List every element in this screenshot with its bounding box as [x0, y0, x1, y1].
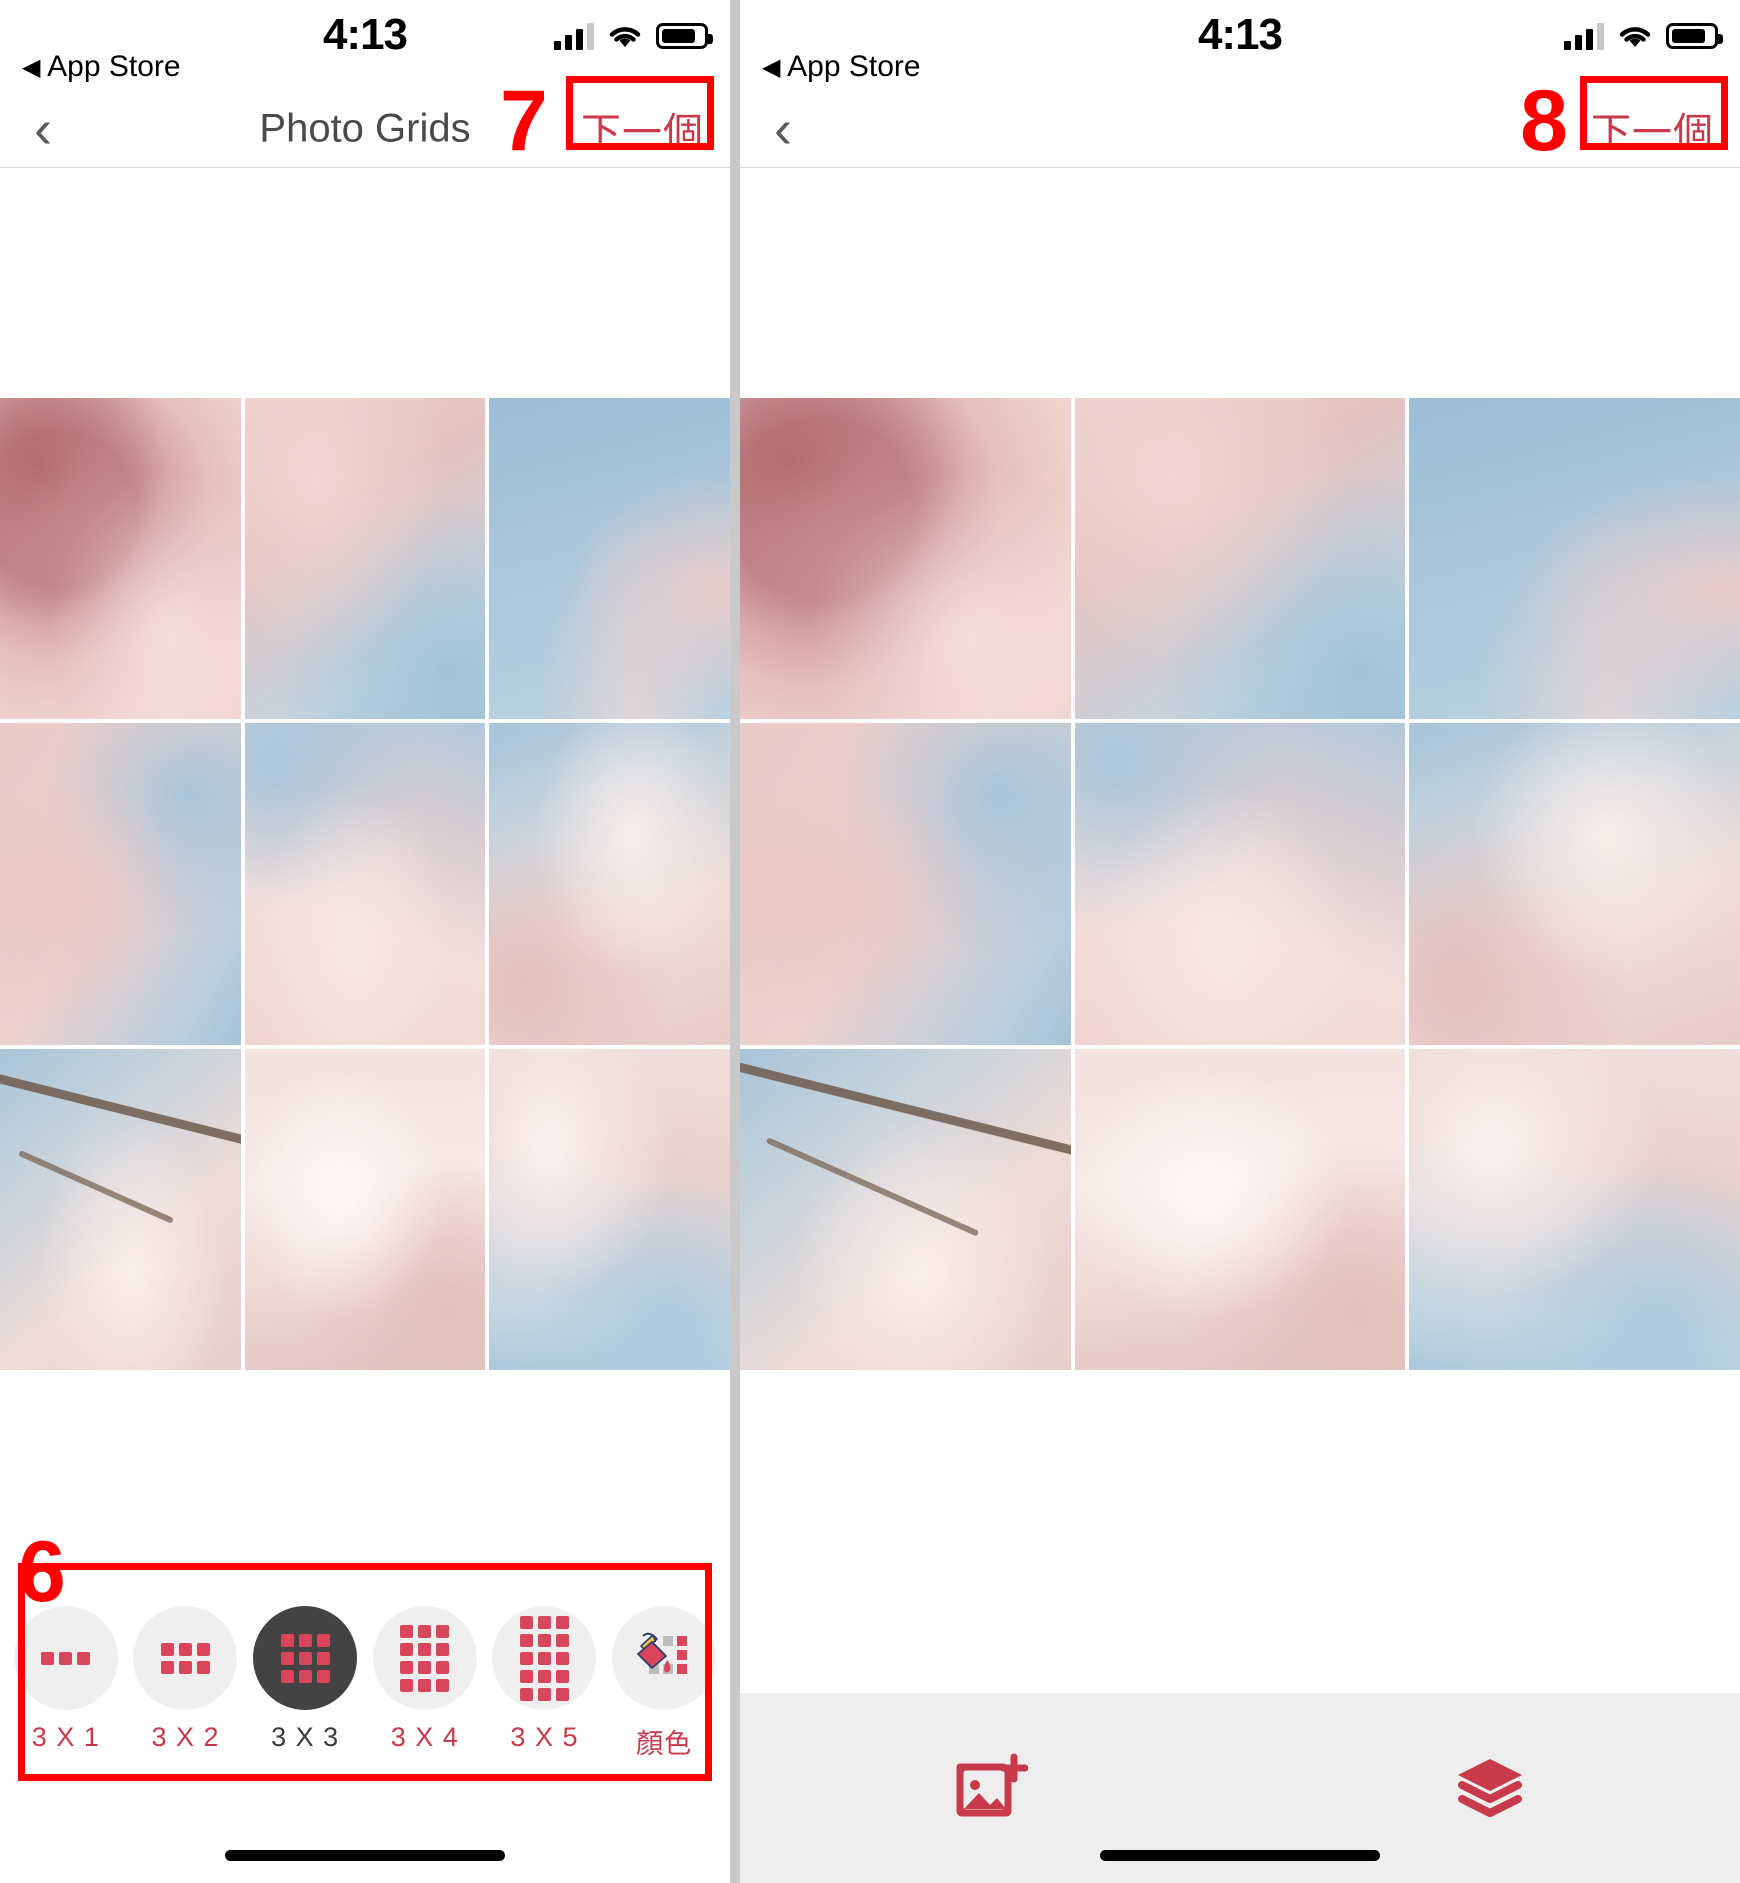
cellular-bars-icon [554, 22, 594, 50]
grid-3x1-icon [41, 1651, 91, 1665]
grid-options-toolbar[interactable]: 3 X 1 3 X 2 3 X 3 3 X 4 3 X 5 顏色 [0, 1588, 730, 1773]
wifi-icon [608, 23, 642, 49]
back-app-label: App Store [787, 50, 921, 83]
annotation-step-7: 7 [500, 73, 548, 169]
photo-cell[interactable] [489, 398, 730, 720]
photo-cell[interactable] [489, 1048, 730, 1370]
battery-icon [656, 23, 713, 49]
grid-option-3x3[interactable]: 3 X 3 [247, 1606, 363, 1753]
grid-option-label: 3 X 5 [510, 1722, 579, 1752]
grid-3x1-icon-wrap [13, 1606, 118, 1710]
home-indicator[interactable] [1100, 1850, 1380, 1861]
grid-option-label: 顏色 [636, 1729, 693, 1759]
layers-button[interactable] [1390, 1733, 1590, 1843]
status-indicators [554, 22, 713, 50]
left-photo-grid[interactable] [0, 398, 730, 1370]
grid-3x4-icon-wrap [372, 1606, 477, 1710]
battery-icon [1666, 23, 1723, 49]
grid-option-label: 3 X 4 [390, 1722, 459, 1752]
grid-3x3-icon [280, 1633, 330, 1683]
photo-cell[interactable] [0, 1048, 241, 1370]
photo-cell[interactable] [740, 1048, 1071, 1370]
grid-3x5-icon-wrap [492, 1606, 597, 1710]
right-status-bar: 4:13 ◀ App Store [740, 0, 1740, 90]
grid-3x3-icon-wrap [253, 1606, 358, 1710]
photo-cell[interactable] [0, 398, 241, 720]
grid-option-3x4[interactable]: 3 X 4 [367, 1606, 483, 1753]
grid-3x4-icon [400, 1624, 450, 1692]
grid-options-row: 3 X 1 3 X 2 3 X 3 3 X 4 3 X 5 顏色 [0, 1606, 730, 1761]
back-triangle-icon: ◀ [762, 54, 781, 81]
photo-cell[interactable] [1074, 1048, 1406, 1370]
photo-cell[interactable] [1074, 398, 1406, 720]
photo-cell[interactable] [1409, 398, 1740, 720]
grid-option-3x1[interactable]: 3 X 1 [8, 1606, 124, 1753]
photo-cell[interactable] [244, 1048, 486, 1370]
right-photo-grid[interactable] [740, 398, 1740, 1370]
photo-cell[interactable] [1074, 723, 1406, 1045]
home-indicator[interactable] [225, 1850, 505, 1861]
grid-option-3x5[interactable]: 3 X 5 [486, 1606, 602, 1753]
return-to-app-store-link[interactable]: ◀ App Store [762, 50, 921, 84]
photo-cell[interactable] [1409, 723, 1740, 1045]
grid-option-label: 3 X 2 [151, 1722, 220, 1752]
add-photo-button[interactable] [890, 1733, 1090, 1843]
photo-cell[interactable] [740, 723, 1071, 1045]
photo-cell[interactable] [0, 723, 241, 1045]
left-phone-screen: 4:13 ◀ App Store ‹ Photo Grids 下一個 7 3 X… [0, 0, 730, 1883]
photo-cell[interactable] [489, 723, 730, 1045]
photo-cell[interactable] [244, 398, 486, 720]
photo-cell[interactable] [244, 723, 486, 1045]
next-button[interactable]: 下一個 [1591, 100, 1714, 158]
right-nav-bar: ‹ 下一個 [740, 90, 1740, 168]
next-button[interactable]: 下一個 [581, 100, 704, 158]
paint-bucket-icon [637, 1632, 688, 1674]
layers-icon [1458, 1759, 1522, 1817]
wifi-icon [1618, 23, 1652, 49]
back-triangle-icon: ◀ [22, 54, 41, 81]
back-app-label: App Store [47, 50, 181, 83]
tutorial-screenshot-pair: 4:13 ◀ App Store ‹ Photo Grids 下一個 7 3 X… [0, 0, 1740, 1883]
left-nav-bar: ‹ Photo Grids 下一個 [0, 90, 730, 168]
photo-cell[interactable] [1409, 1048, 1740, 1370]
right-phone-screen: 4:13 ◀ App Store ‹ 下一個 8 [740, 0, 1740, 1883]
nav-back-button[interactable]: ‹ [774, 102, 792, 156]
status-indicators [1564, 22, 1723, 50]
panel-divider [730, 0, 740, 1883]
return-to-app-store-link[interactable]: ◀ App Store [22, 50, 181, 84]
grid-3x5-icon [519, 1615, 569, 1701]
grid-option-3x2[interactable]: 3 X 2 [127, 1606, 243, 1753]
grid-option-color[interactable]: 顏色 [606, 1606, 722, 1761]
grid-3x2-icon-wrap [133, 1606, 238, 1710]
paint-bucket-icon-wrap [612, 1606, 717, 1710]
grid-option-label: 3 X 3 [271, 1722, 340, 1752]
annotation-step-8: 8 [1520, 73, 1568, 169]
cellular-bars-icon [1564, 22, 1604, 50]
photo-cell[interactable] [740, 398, 1071, 720]
grid-option-label: 3 X 1 [31, 1722, 100, 1752]
grid-3x2-icon [160, 1642, 210, 1674]
left-status-bar: 4:13 ◀ App Store [0, 0, 730, 90]
annotation-step-6: 6 [18, 1524, 66, 1620]
add-image-icon [956, 1753, 1028, 1817]
